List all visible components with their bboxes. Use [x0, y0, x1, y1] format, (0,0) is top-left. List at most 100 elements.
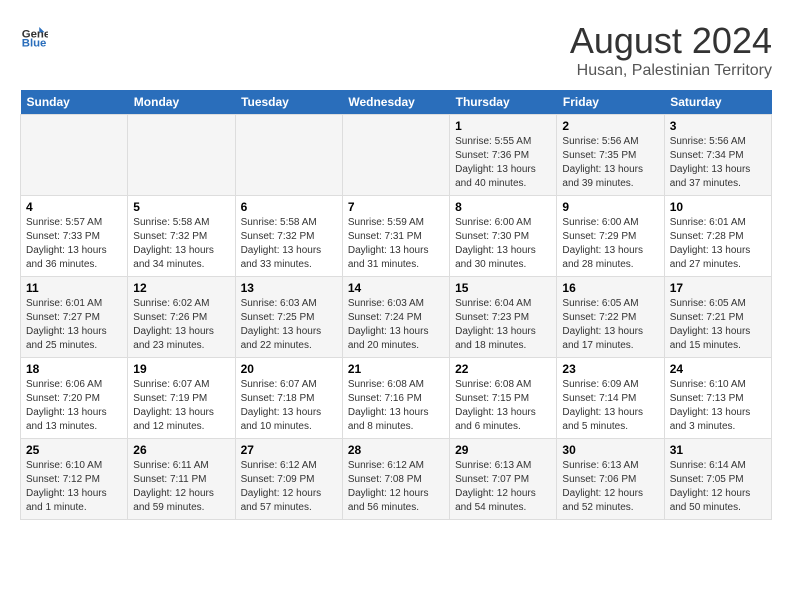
calendar-day: 24 Sunrise: 6:10 AMSunset: 7:13 PMDayligh… — [664, 358, 771, 439]
main-title: August 2024 — [570, 20, 772, 62]
day-detail: Sunrise: 6:09 AMSunset: 7:14 PMDaylight:… — [562, 378, 658, 434]
logo-icon: General Blue — [20, 20, 48, 48]
calendar-day: 16 Sunrise: 6:05 AMSunset: 7:22 PMDayligh… — [557, 277, 664, 358]
day-detail: Sunrise: 6:04 AMSunset: 7:23 PMDaylight:… — [455, 297, 551, 353]
day-detail: Sunrise: 6:10 AMSunset: 7:13 PMDaylight:… — [670, 378, 766, 434]
calendar-day: 20 Sunrise: 6:07 AMSunset: 7:18 PMDayligh… — [235, 358, 342, 439]
day-detail: Sunrise: 5:59 AMSunset: 7:31 PMDaylight:… — [348, 216, 444, 272]
weekday-header-saturday: Saturday — [664, 90, 771, 115]
calendar-table: SundayMondayTuesdayWednesdayThursdayFrid… — [20, 90, 772, 520]
calendar-day: 1 Sunrise: 5:55 AMSunset: 7:36 PMDaylight… — [450, 115, 557, 196]
day-detail: Sunrise: 6:00 AMSunset: 7:29 PMDaylight:… — [562, 216, 658, 272]
day-detail: Sunrise: 6:07 AMSunset: 7:19 PMDaylight:… — [133, 378, 229, 434]
title-block: August 2024 Husan, Palestinian Territory — [570, 20, 772, 80]
calendar-week-4: 18Sunrise: 6:06 AMSunset: 7:20 PMDayligh… — [21, 358, 772, 439]
day-number: 10 — [670, 200, 766, 214]
day-number: 15 — [455, 281, 551, 295]
calendar-day: 10 Sunrise: 6:01 AMSunset: 7:28 PMDayligh… — [664, 196, 771, 277]
calendar-day: 17 Sunrise: 6:05 AMSunset: 7:21 PMDayligh… — [664, 277, 771, 358]
calendar-day — [342, 115, 449, 196]
calendar-week-3: 11Sunrise: 6:01 AMSunset: 7:27 PMDayligh… — [21, 277, 772, 358]
day-number: 25 — [26, 443, 122, 457]
calendar-day: 19 Sunrise: 6:07 AMSunset: 7:19 PMDayligh… — [128, 358, 235, 439]
day-number: 24 — [670, 362, 766, 376]
day-number: 17 — [670, 281, 766, 295]
calendar-day: 4 Sunrise: 5:57 AMSunset: 7:33 PMDaylight… — [21, 196, 128, 277]
calendar-day: 11Sunrise: 6:01 AMSunset: 7:27 PMDayligh… — [21, 277, 128, 358]
day-detail: Sunrise: 6:03 AMSunset: 7:24 PMDaylight:… — [348, 297, 444, 353]
calendar-day — [235, 115, 342, 196]
day-detail: Sunrise: 6:12 AMSunset: 7:09 PMDaylight:… — [241, 459, 337, 515]
calendar-day: 26 Sunrise: 6:11 AMSunset: 7:11 PMDayligh… — [128, 439, 235, 520]
day-number: 19 — [133, 362, 229, 376]
calendar-day: 12Sunrise: 6:02 AMSunset: 7:26 PMDayligh… — [128, 277, 235, 358]
calendar-day: 18Sunrise: 6:06 AMSunset: 7:20 PMDayligh… — [21, 358, 128, 439]
day-detail: Sunrise: 5:56 AMSunset: 7:35 PMDaylight:… — [562, 135, 658, 191]
day-number: 31 — [670, 443, 766, 457]
day-number: 14 — [348, 281, 444, 295]
calendar-day: 9 Sunrise: 6:00 AMSunset: 7:29 PMDaylight… — [557, 196, 664, 277]
subtitle: Husan, Palestinian Territory — [570, 62, 772, 80]
logo: General Blue — [20, 20, 48, 48]
calendar-day: 29Sunrise: 6:13 AMSunset: 7:07 PMDayligh… — [450, 439, 557, 520]
calendar-day: 2 Sunrise: 5:56 AMSunset: 7:35 PMDaylight… — [557, 115, 664, 196]
calendar-day: 5 Sunrise: 5:58 AMSunset: 7:32 PMDaylight… — [128, 196, 235, 277]
weekday-header-row: SundayMondayTuesdayWednesdayThursdayFrid… — [21, 90, 772, 115]
weekday-header-wednesday: Wednesday — [342, 90, 449, 115]
svg-text:Blue: Blue — [22, 37, 47, 48]
day-number: 27 — [241, 443, 337, 457]
day-number: 18 — [26, 362, 122, 376]
day-number: 20 — [241, 362, 337, 376]
calendar-day: 14 Sunrise: 6:03 AMSunset: 7:24 PMDayligh… — [342, 277, 449, 358]
day-detail: Sunrise: 5:58 AMSunset: 7:32 PMDaylight:… — [241, 216, 337, 272]
calendar-day — [128, 115, 235, 196]
calendar-week-5: 25Sunrise: 6:10 AMSunset: 7:12 PMDayligh… — [21, 439, 772, 520]
calendar-day: 23 Sunrise: 6:09 AMSunset: 7:14 PMDayligh… — [557, 358, 664, 439]
day-number: 21 — [348, 362, 444, 376]
day-detail: Sunrise: 6:08 AMSunset: 7:15 PMDaylight:… — [455, 378, 551, 434]
day-detail: Sunrise: 5:57 AMSunset: 7:33 PMDaylight:… — [26, 216, 122, 272]
weekday-header-monday: Monday — [128, 90, 235, 115]
day-number: 6 — [241, 200, 337, 214]
calendar-day — [21, 115, 128, 196]
day-detail: Sunrise: 6:05 AMSunset: 7:22 PMDaylight:… — [562, 297, 658, 353]
day-number: 9 — [562, 200, 658, 214]
page-header: General Blue August 2024 Husan, Palestin… — [20, 20, 772, 80]
day-detail: Sunrise: 6:11 AMSunset: 7:11 PMDaylight:… — [133, 459, 229, 515]
day-number: 26 — [133, 443, 229, 457]
day-detail: Sunrise: 6:02 AMSunset: 7:26 PMDaylight:… — [133, 297, 229, 353]
calendar-day: 3 Sunrise: 5:56 AMSunset: 7:34 PMDaylight… — [664, 115, 771, 196]
weekday-header-thursday: Thursday — [450, 90, 557, 115]
weekday-header-friday: Friday — [557, 90, 664, 115]
day-detail: Sunrise: 6:13 AMSunset: 7:06 PMDaylight:… — [562, 459, 658, 515]
calendar-week-2: 4 Sunrise: 5:57 AMSunset: 7:33 PMDaylight… — [21, 196, 772, 277]
day-number: 22 — [455, 362, 551, 376]
calendar-day: 21 Sunrise: 6:08 AMSunset: 7:16 PMDayligh… — [342, 358, 449, 439]
calendar-day: 6 Sunrise: 5:58 AMSunset: 7:32 PMDaylight… — [235, 196, 342, 277]
day-detail: Sunrise: 6:07 AMSunset: 7:18 PMDaylight:… — [241, 378, 337, 434]
day-number: 29 — [455, 443, 551, 457]
day-number: 3 — [670, 119, 766, 133]
calendar-day: 30Sunrise: 6:13 AMSunset: 7:06 PMDayligh… — [557, 439, 664, 520]
day-detail: Sunrise: 6:05 AMSunset: 7:21 PMDaylight:… — [670, 297, 766, 353]
day-number: 4 — [26, 200, 122, 214]
calendar-day: 27 Sunrise: 6:12 AMSunset: 7:09 PMDayligh… — [235, 439, 342, 520]
day-number: 23 — [562, 362, 658, 376]
day-number: 5 — [133, 200, 229, 214]
calendar-day: 8 Sunrise: 6:00 AMSunset: 7:30 PMDaylight… — [450, 196, 557, 277]
day-detail: Sunrise: 6:08 AMSunset: 7:16 PMDaylight:… — [348, 378, 444, 434]
day-detail: Sunrise: 5:56 AMSunset: 7:34 PMDaylight:… — [670, 135, 766, 191]
day-detail: Sunrise: 6:01 AMSunset: 7:28 PMDaylight:… — [670, 216, 766, 272]
day-number: 7 — [348, 200, 444, 214]
day-detail: Sunrise: 6:03 AMSunset: 7:25 PMDaylight:… — [241, 297, 337, 353]
day-detail: Sunrise: 6:00 AMSunset: 7:30 PMDaylight:… — [455, 216, 551, 272]
day-number: 1 — [455, 119, 551, 133]
day-detail: Sunrise: 5:58 AMSunset: 7:32 PMDaylight:… — [133, 216, 229, 272]
day-number: 2 — [562, 119, 658, 133]
day-number: 16 — [562, 281, 658, 295]
calendar-day: 28Sunrise: 6:12 AMSunset: 7:08 PMDayligh… — [342, 439, 449, 520]
calendar-day: 22 Sunrise: 6:08 AMSunset: 7:15 PMDayligh… — [450, 358, 557, 439]
day-detail: Sunrise: 5:55 AMSunset: 7:36 PMDaylight:… — [455, 135, 551, 191]
day-number: 8 — [455, 200, 551, 214]
calendar-day: 31Sunrise: 6:14 AMSunset: 7:05 PMDayligh… — [664, 439, 771, 520]
